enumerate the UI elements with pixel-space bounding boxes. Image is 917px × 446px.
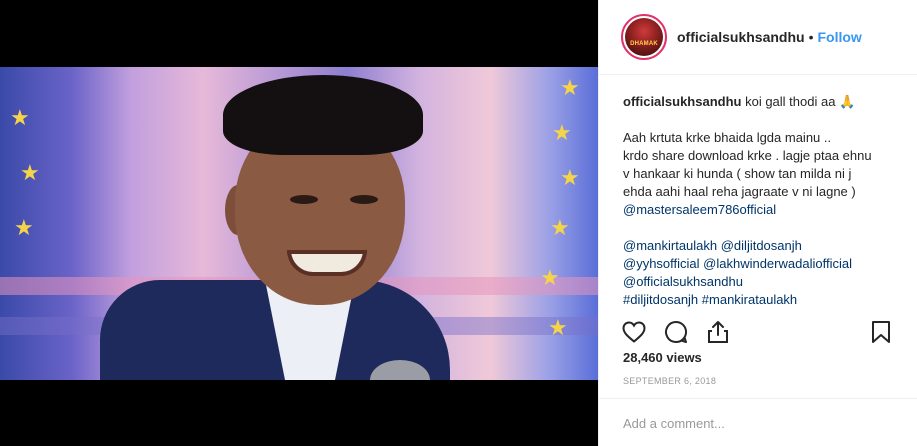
hashtag-line[interactable]: #diljitdosanjh #mankirataulakh bbox=[623, 291, 901, 309]
star-decoration: ★ bbox=[540, 265, 560, 290]
star-decoration: ★ bbox=[560, 165, 580, 190]
action-bar bbox=[599, 312, 917, 352]
star-decoration: ★ bbox=[20, 160, 40, 185]
caption-line: ehda aahi haal reha jagraate v ni lagne … bbox=[623, 184, 856, 199]
follow-button[interactable]: Follow bbox=[817, 29, 861, 45]
caption-line: Aah krtuta krke bhaida lgda mainu .. bbox=[623, 130, 832, 145]
tag-line[interactable]: @yyhsofficial @lakhwinderwadaliofficial bbox=[623, 255, 901, 273]
tag-line[interactable]: @officialsukhsandhu bbox=[623, 273, 901, 291]
performer bbox=[75, 75, 450, 380]
caption-emoji: 🙏 bbox=[839, 94, 856, 109]
post-date: SEPTEMBER 6, 2018 bbox=[623, 376, 717, 386]
video-player[interactable]: ★ ★ ★ ★ ★ ★ ★ ★ ★ bbox=[0, 0, 598, 446]
caption-username[interactable]: officialsukhsandhu bbox=[623, 94, 741, 109]
star-decoration: ★ bbox=[14, 215, 34, 240]
avatar-image: DHAMAK bbox=[625, 18, 663, 56]
comment-input[interactable] bbox=[623, 416, 883, 431]
separator-dot: • bbox=[808, 29, 814, 45]
post-header: DHAMAK officialsukhsandhu • Follow bbox=[599, 0, 917, 75]
video-frame[interactable]: ★ ★ ★ ★ ★ ★ ★ ★ ★ bbox=[0, 67, 598, 380]
star-decoration: ★ bbox=[550, 215, 570, 240]
heart-icon[interactable] bbox=[621, 319, 647, 345]
bookmark-icon[interactable] bbox=[868, 319, 894, 345]
share-icon[interactable] bbox=[705, 319, 731, 345]
caption-line: v hankaar ki hunda ( show tan milda ni j bbox=[623, 166, 852, 181]
caption-first-line: koi gall thodi aa bbox=[745, 94, 836, 109]
star-decoration: ★ bbox=[10, 105, 30, 130]
views-count[interactable]: 28,460 views bbox=[623, 350, 702, 365]
mention-link[interactable]: @mastersaleem786official bbox=[623, 201, 901, 219]
post-sidebar: DHAMAK officialsukhsandhu • Follow offic… bbox=[598, 0, 917, 446]
comment-icon[interactable] bbox=[663, 319, 689, 345]
tag-line[interactable]: @mankirtaulakh @diljitdosanjh bbox=[623, 237, 901, 255]
header-username[interactable]: officialsukhsandhu bbox=[677, 29, 805, 45]
avatar-logo-text: DHAMAK bbox=[630, 41, 658, 47]
avatar[interactable]: DHAMAK bbox=[621, 14, 667, 60]
star-decoration: ★ bbox=[560, 75, 580, 100]
post-caption: officialsukhsandhu koi gall thodi aa 🙏 A… bbox=[599, 75, 917, 307]
star-decoration: ★ bbox=[548, 315, 568, 340]
comment-section bbox=[599, 398, 917, 446]
caption-line: krdo share download krke . lagje ptaa eh… bbox=[623, 148, 872, 163]
star-decoration: ★ bbox=[552, 120, 572, 145]
